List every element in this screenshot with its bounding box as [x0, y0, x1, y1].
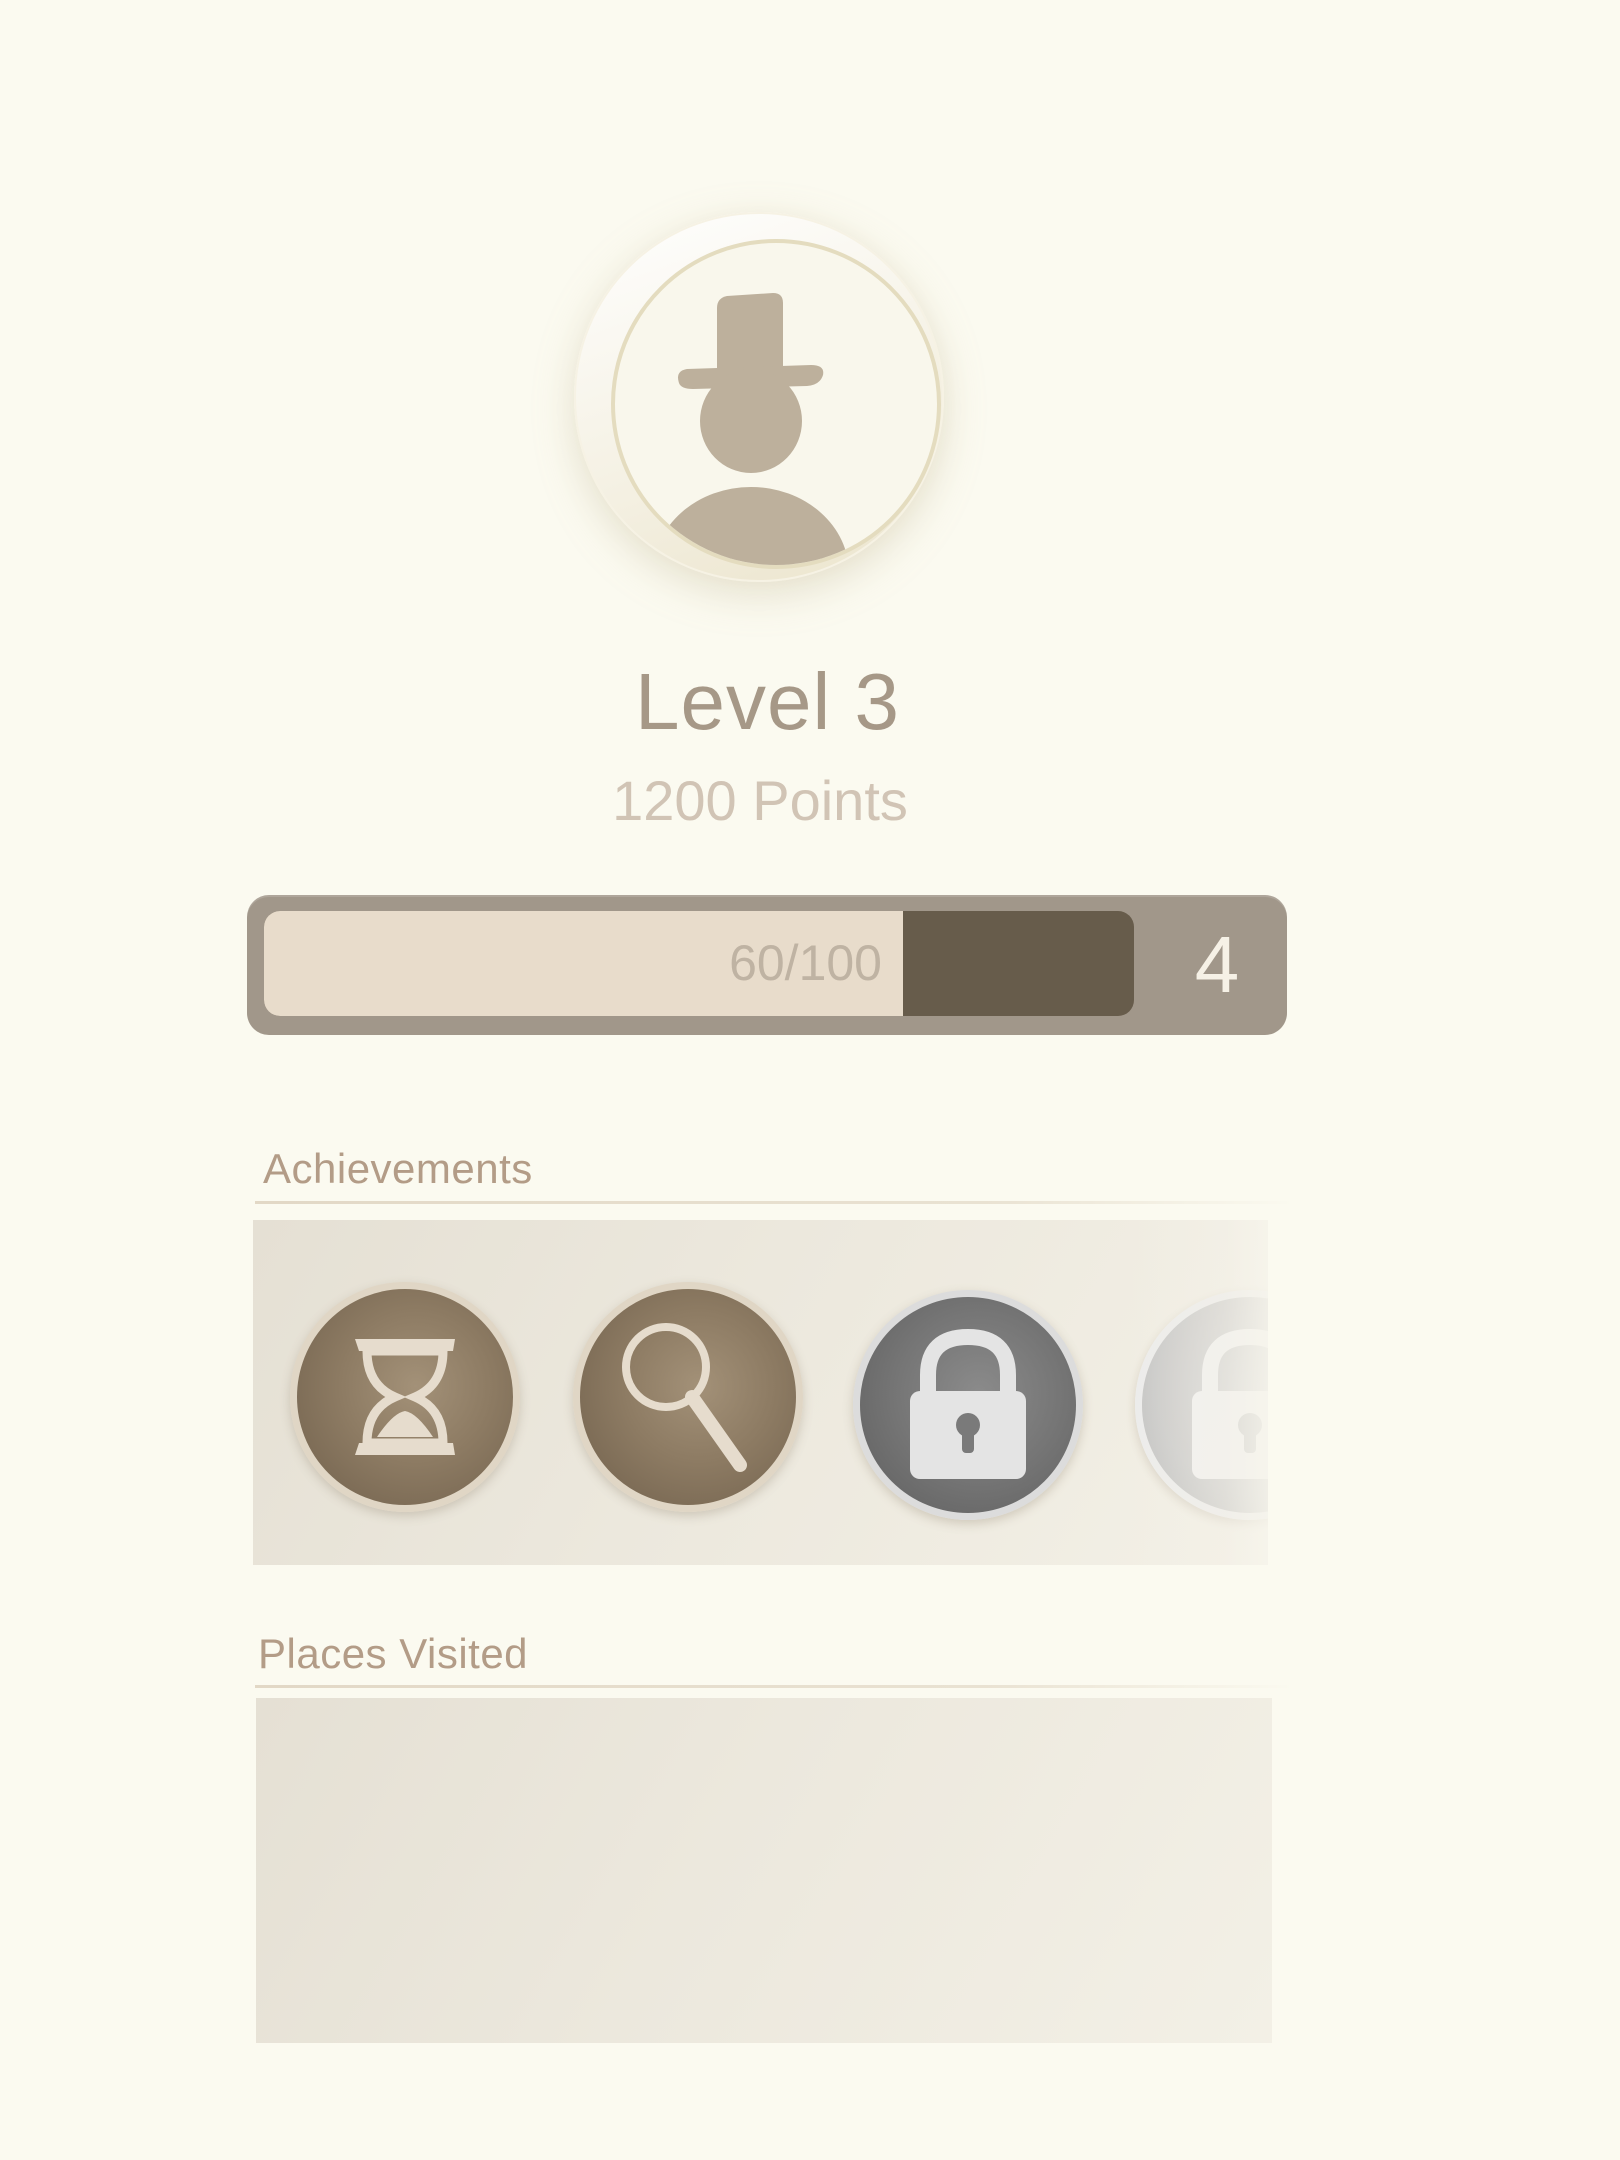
- next-level-number: 4: [1194, 920, 1240, 1009]
- places-visited-divider: [255, 1685, 1295, 1688]
- points-total: 1200 Points: [612, 769, 908, 832]
- level-title: Level 3: [635, 657, 900, 746]
- places-visited-panel[interactable]: [256, 1698, 1272, 2043]
- places-visited-title: Places Visited: [258, 1630, 529, 1677]
- carousel-edge-fade: [1128, 1220, 1268, 1565]
- achievements-title: Achievements: [263, 1145, 533, 1192]
- top-hat-person-icon: [653, 293, 849, 565]
- hourglass-icon: [355, 1339, 455, 1455]
- progress-label: 60/100: [729, 935, 882, 991]
- lock-icon: [910, 1328, 1026, 1479]
- avatar[interactable]: [611, 239, 941, 569]
- level-progress-bar: 60/100 4: [247, 895, 1287, 1035]
- magnifying-glass-icon: [622, 1323, 747, 1472]
- progress-track: 60/100: [264, 911, 1134, 1016]
- achievements-carousel[interactable]: [253, 1220, 1268, 1565]
- achievement-badge-hourglass[interactable]: [290, 1282, 520, 1512]
- achievements-divider: [255, 1201, 1295, 1204]
- achievement-badge-magnifier[interactable]: [573, 1282, 803, 1512]
- achievement-badge-locked[interactable]: [853, 1290, 1083, 1520]
- profile-screen: Level 3 1200 Points 60/100 4 Achievement…: [0, 0, 1620, 2160]
